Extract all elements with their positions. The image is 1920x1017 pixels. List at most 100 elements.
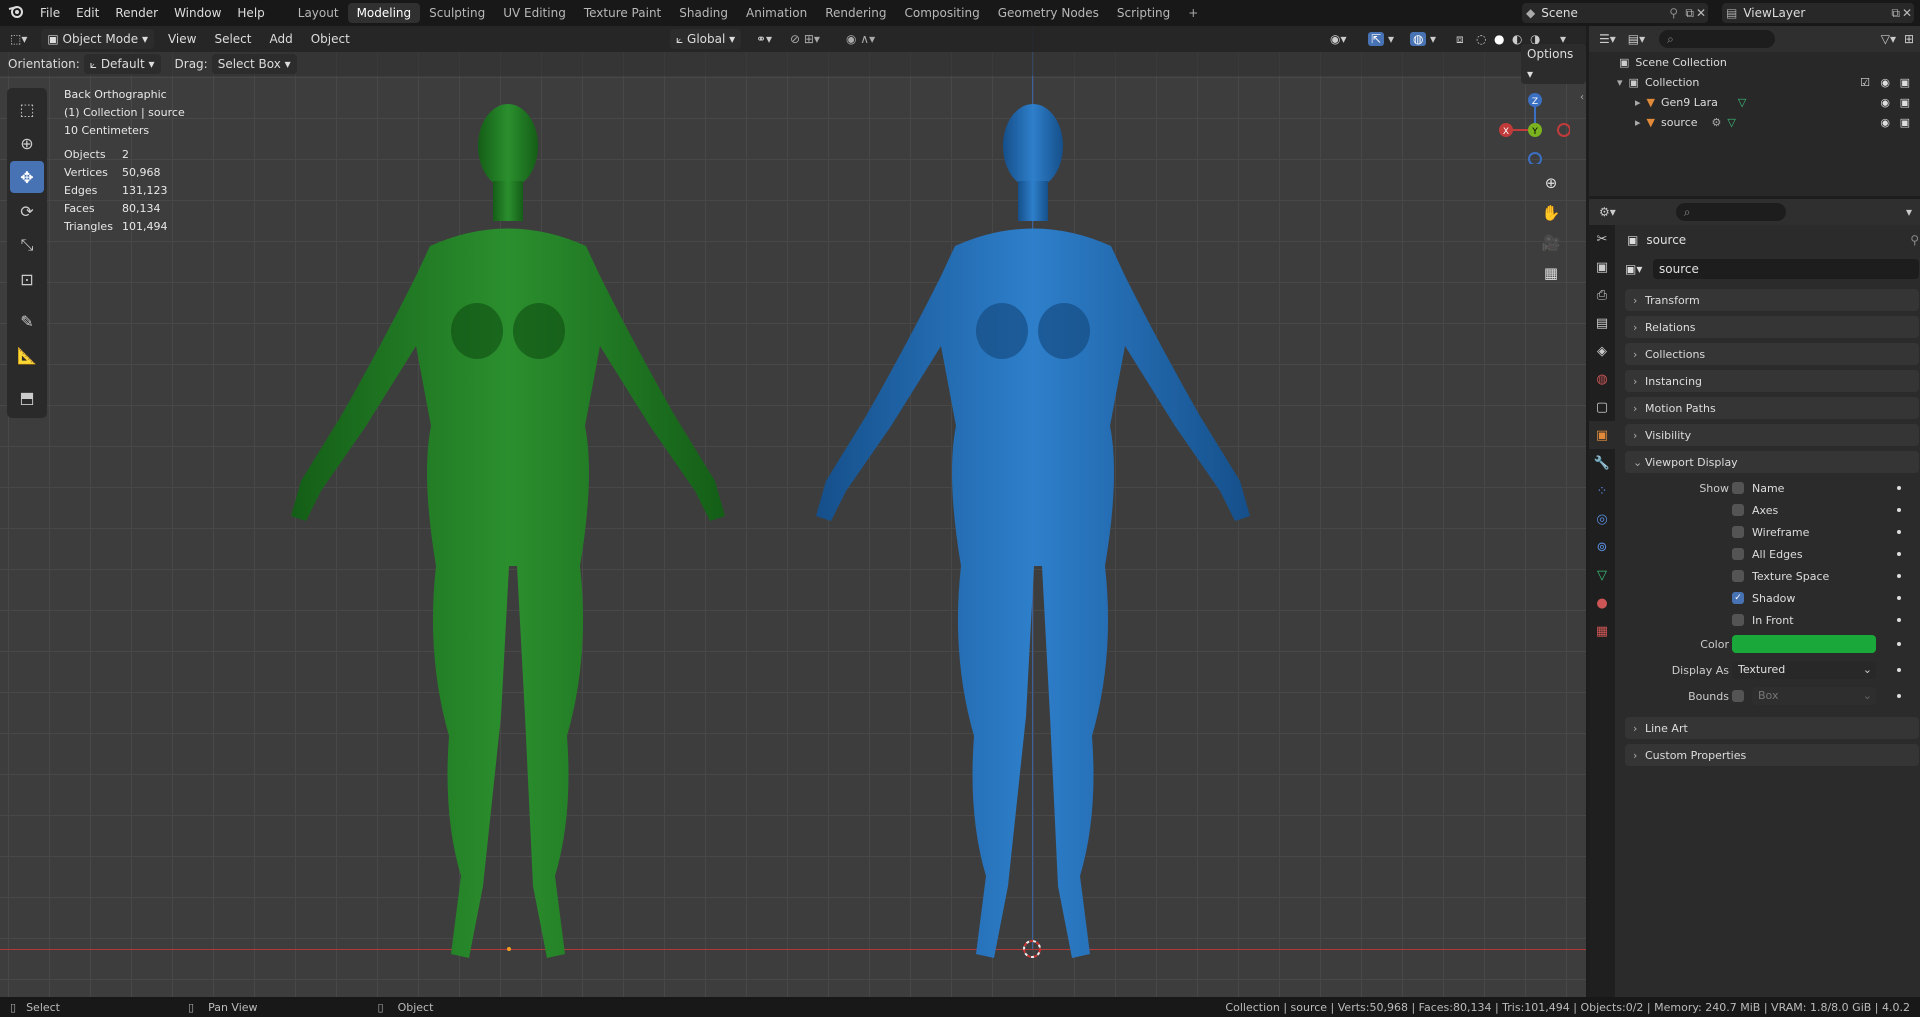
color-swatch[interactable]: [1732, 635, 1876, 653]
section-viewport-display[interactable]: ⌄ Viewport Display: [1625, 451, 1919, 473]
pin-icon[interactable]: ⚲: [1910, 233, 1919, 247]
solid-shading-icon[interactable]: ●: [1494, 32, 1504, 46]
tab-rendering[interactable]: Rendering: [816, 3, 895, 23]
menu-view[interactable]: View: [168, 32, 196, 46]
outliner-item-source[interactable]: ▸ ▼ source ⚙ ▽ ◉ ▣: [1589, 112, 1920, 132]
render-camera-icon[interactable]: ▣: [1900, 116, 1910, 129]
options-dropdown-icon[interactable]: ▾: [1906, 205, 1912, 219]
gizmo-toggle-icon[interactable]: ⇱: [1368, 32, 1385, 46]
pan-hand-icon[interactable]: ✋: [1538, 200, 1564, 226]
expand-chevron-icon[interactable]: ▸: [1635, 96, 1641, 109]
keyframe-dot-icon[interactable]: [1897, 618, 1901, 622]
proportional-edit-icon[interactable]: ◉ ∧▾: [846, 32, 875, 46]
tab-scripting[interactable]: Scripting: [1108, 3, 1179, 23]
section-line-art[interactable]: › Line Art: [1625, 717, 1919, 739]
tab-modeling[interactable]: Modeling: [347, 3, 421, 23]
filter-icon[interactable]: ▽▾: [1881, 32, 1896, 46]
object-type-dropdown[interactable]: ▣▾: [1625, 262, 1653, 276]
pin-icon[interactable]: ⚲: [1669, 6, 1678, 20]
menu-help[interactable]: Help: [229, 0, 272, 26]
tab-texture-paint[interactable]: Texture Paint: [575, 3, 670, 23]
new-view-layer-icon[interactable]: ⧉: [1891, 6, 1900, 21]
menu-add[interactable]: Add: [269, 32, 292, 46]
constraints-tab-icon[interactable]: ⊚: [1589, 533, 1615, 561]
display-mode-icon[interactable]: ▤▾: [1628, 32, 1645, 46]
editor-type-icon[interactable]: ☰▾: [1599, 32, 1616, 46]
name-checkbox[interactable]: [1732, 482, 1744, 494]
section-transform[interactable]: › Transform: [1625, 289, 1919, 311]
eye-icon[interactable]: ◉: [1880, 116, 1890, 129]
close-icon[interactable]: ✕: [1902, 6, 1912, 20]
texture-space-checkbox[interactable]: [1732, 570, 1744, 582]
add-cube-tool-icon[interactable]: ⬒: [10, 381, 44, 413]
annotate-tool-icon[interactable]: ✎: [10, 305, 44, 337]
rotate-tool-icon[interactable]: ⟳: [10, 195, 44, 227]
menu-file[interactable]: File: [32, 0, 68, 26]
keyframe-dot-icon[interactable]: [1897, 694, 1901, 698]
tab-shading[interactable]: Shading: [670, 3, 737, 23]
gizmo-dropdown-icon[interactable]: ▾: [1388, 32, 1394, 46]
mode-selector[interactable]: ▣ Object Mode ▾: [41, 29, 154, 49]
expand-chevron-icon[interactable]: ▾: [1617, 76, 1623, 89]
expand-chevron-icon[interactable]: ▸: [1635, 116, 1641, 129]
material-shading-icon[interactable]: ◐: [1512, 32, 1522, 46]
world-tab-icon[interactable]: ◍: [1589, 365, 1615, 393]
wireframe-shading-icon[interactable]: ◌: [1476, 32, 1486, 46]
material-tab-icon[interactable]: ●: [1589, 589, 1615, 617]
keyframe-dot-icon[interactable]: [1897, 486, 1901, 490]
render-camera-icon[interactable]: ▣: [1900, 76, 1910, 89]
measure-tool-icon[interactable]: 📐: [10, 339, 44, 371]
visibility-icon[interactable]: ◉▾: [1330, 32, 1347, 46]
all-edges-checkbox[interactable]: [1732, 548, 1744, 560]
menu-window[interactable]: Window: [166, 0, 229, 26]
bounds-checkbox[interactable]: [1732, 690, 1744, 702]
physics-tab-icon[interactable]: ◎: [1589, 505, 1615, 533]
close-icon[interactable]: ✕: [1696, 6, 1706, 20]
transform-orientation[interactable]: ⟀ Global ▾: [670, 29, 742, 49]
data-tab-icon[interactable]: ▽: [1589, 561, 1615, 589]
tab-geometry-nodes[interactable]: Geometry Nodes: [989, 3, 1108, 23]
menu-render[interactable]: Render: [107, 0, 166, 26]
wireframe-checkbox[interactable]: [1732, 526, 1744, 538]
sidebar-toggle-icon[interactable]: ‹: [1580, 92, 1584, 103]
section-instancing[interactable]: › Instancing: [1625, 370, 1919, 392]
exclude-checkbox-icon[interactable]: ☑: [1860, 76, 1870, 89]
properties-search[interactable]: ⌕: [1675, 203, 1786, 221]
scene-selector[interactable]: ◆ Scene ⚲ ⧉ ✕: [1522, 3, 1708, 23]
outliner-scene-collection[interactable]: ▣ Scene Collection: [1589, 52, 1920, 72]
axes-checkbox[interactable]: [1732, 504, 1744, 516]
new-collection-icon[interactable]: ⊞: [1904, 32, 1914, 46]
section-custom-properties[interactable]: › Custom Properties: [1625, 744, 1919, 766]
tab-uv-editing[interactable]: UV Editing: [494, 3, 575, 23]
snap-icon[interactable]: ⊘ ⊞▾: [790, 32, 820, 46]
render-camera-icon[interactable]: ▣: [1900, 96, 1910, 109]
object-tab-icon[interactable]: ▣: [1589, 421, 1615, 449]
view-layer-tab-icon[interactable]: ▤: [1589, 309, 1615, 337]
move-tool-icon[interactable]: ✥: [10, 161, 44, 193]
section-relations[interactable]: › Relations: [1625, 316, 1919, 338]
pivot-icon[interactable]: ⚭▾: [756, 32, 772, 46]
transform-tool-icon[interactable]: ⊡: [10, 263, 44, 295]
eye-icon[interactable]: ◉: [1880, 96, 1890, 109]
view-layer-selector[interactable]: ▤ ViewLayer ⧉ ✕: [1722, 3, 1914, 23]
object-name-field[interactable]: source: [1653, 259, 1919, 279]
cursor-tool-icon[interactable]: ⊕: [10, 127, 44, 159]
bounds-dropdown[interactable]: Box ⌄: [1752, 687, 1876, 705]
particles-tab-icon[interactable]: ⁘: [1589, 477, 1615, 505]
tab-animation[interactable]: Animation: [737, 3, 816, 23]
options-button[interactable]: Options ▾: [1521, 44, 1586, 84]
select-box-tool-icon[interactable]: ⬚: [10, 93, 44, 125]
eye-icon[interactable]: ◉: [1880, 76, 1890, 89]
navigation-gizmo[interactable]: Z X Y: [1490, 84, 1570, 164]
keyframe-dot-icon[interactable]: [1897, 530, 1901, 534]
drag-dropdown[interactable]: Select Box ▾: [211, 54, 297, 74]
section-collections[interactable]: › Collections: [1625, 343, 1919, 365]
keyframe-dot-icon[interactable]: [1897, 596, 1901, 600]
section-visibility[interactable]: › Visibility: [1625, 424, 1919, 446]
keyframe-dot-icon[interactable]: [1897, 668, 1901, 672]
camera-icon[interactable]: 🎥: [1538, 230, 1564, 256]
shadow-checkbox[interactable]: ✓: [1732, 592, 1744, 604]
keyframe-dot-icon[interactable]: [1897, 552, 1901, 556]
scale-tool-icon[interactable]: ⤡: [10, 229, 44, 261]
texture-tab-icon[interactable]: ▦: [1589, 617, 1615, 645]
